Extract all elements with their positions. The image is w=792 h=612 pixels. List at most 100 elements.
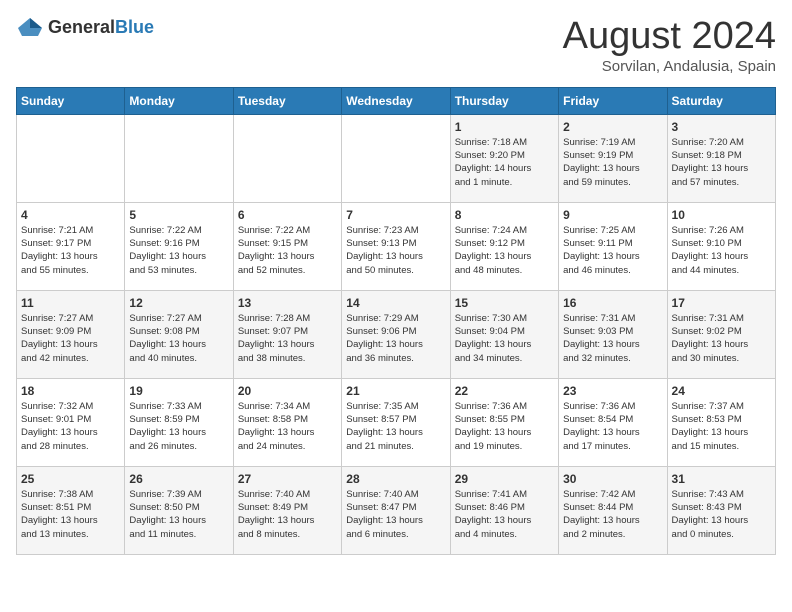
day-info: Sunrise: 7:20 AMSunset: 9:18 PMDaylight:… <box>672 136 771 189</box>
day-info: Sunrise: 7:24 AMSunset: 9:12 PMDaylight:… <box>455 224 554 277</box>
day-info: Sunrise: 7:26 AMSunset: 9:10 PMDaylight:… <box>672 224 771 277</box>
day-number: 8 <box>455 208 554 222</box>
calendar-cell: 17 Sunrise: 7:31 AMSunset: 9:02 PMDayligh… <box>667 290 775 378</box>
location-subtitle: Sorvilan, Andalusia, Spain <box>563 58 776 75</box>
calendar-cell: 1Sunrise: 7:18 AMSunset: 9:20 PMDaylight… <box>450 114 558 202</box>
day-info: Sunrise: 7:39 AMSunset: 8:50 PMDaylight:… <box>129 488 228 541</box>
day-number: 9 <box>563 208 662 222</box>
day-info: Sunrise: 7:30 AMSunset: 9:04 PMDaylight:… <box>455 312 554 365</box>
day-info: Sunrise: 7:28 AMSunset: 9:07 PMDaylight:… <box>238 312 337 365</box>
calendar-cell: 26 Sunrise: 7:39 AMSunset: 8:50 PMDayligh… <box>125 466 233 554</box>
calendar-cell: 14 Sunrise: 7:29 AMSunset: 9:06 PMDayligh… <box>342 290 450 378</box>
calendar-cell: 8 Sunrise: 7:24 AMSunset: 9:12 PMDaylight… <box>450 202 558 290</box>
day-number: 30 <box>563 472 662 486</box>
day-number: 3 <box>672 120 771 134</box>
calendar-cell: 13 Sunrise: 7:28 AMSunset: 9:07 PMDayligh… <box>233 290 341 378</box>
day-number: 2 <box>563 120 662 134</box>
day-info: Sunrise: 7:23 AMSunset: 9:13 PMDaylight:… <box>346 224 445 277</box>
month-title: August 2024 <box>563 16 776 58</box>
day-info: Sunrise: 7:34 AMSunset: 8:58 PMDaylight:… <box>238 400 337 453</box>
calendar-cell: 7 Sunrise: 7:23 AMSunset: 9:13 PMDaylight… <box>342 202 450 290</box>
calendar-cell <box>17 114 125 202</box>
weekday-header-tuesday: Tuesday <box>233 87 341 114</box>
day-info: Sunrise: 7:41 AMSunset: 8:46 PMDaylight:… <box>455 488 554 541</box>
day-info: Sunrise: 7:36 AMSunset: 8:54 PMDaylight:… <box>563 400 662 453</box>
day-number: 20 <box>238 384 337 398</box>
day-number: 11 <box>21 296 120 310</box>
day-number: 7 <box>346 208 445 222</box>
calendar-cell: 4 Sunrise: 7:21 AMSunset: 9:17 PMDaylight… <box>17 202 125 290</box>
weekday-header-sunday: Sunday <box>17 87 125 114</box>
day-info: Sunrise: 7:21 AMSunset: 9:17 PMDaylight:… <box>21 224 120 277</box>
calendar-cell: 27 Sunrise: 7:40 AMSunset: 8:49 PMDayligh… <box>233 466 341 554</box>
calendar-cell: 23Sunrise: 7:36 AMSunset: 8:54 PMDayligh… <box>559 378 667 466</box>
day-info: Sunrise: 7:42 AMSunset: 8:44 PMDaylight:… <box>563 488 662 541</box>
day-number: 1 <box>455 120 554 134</box>
week-row-1: 1Sunrise: 7:18 AMSunset: 9:20 PMDaylight… <box>17 114 776 202</box>
day-info: Sunrise: 7:40 AMSunset: 8:47 PMDaylight:… <box>346 488 445 541</box>
day-number: 17 <box>672 296 771 310</box>
logo-text: GeneralBlue <box>48 17 154 38</box>
day-number: 27 <box>238 472 337 486</box>
calendar-table: SundayMondayTuesdayWednesdayThursdayFrid… <box>16 87 776 555</box>
day-number: 6 <box>238 208 337 222</box>
day-info: Sunrise: 7:40 AMSunset: 8:49 PMDaylight:… <box>238 488 337 541</box>
title-area: August 2024 Sorvilan, Andalusia, Spain <box>563 16 776 75</box>
calendar-cell: 2Sunrise: 7:19 AMSunset: 9:19 PMDaylight… <box>559 114 667 202</box>
weekday-header-wednesday: Wednesday <box>342 87 450 114</box>
day-info: Sunrise: 7:37 AMSunset: 8:53 PMDaylight:… <box>672 400 771 453</box>
calendar-cell: 18 Sunrise: 7:32 AMSunset: 9:01 PMDayligh… <box>17 378 125 466</box>
calendar-cell <box>125 114 233 202</box>
day-number: 28 <box>346 472 445 486</box>
weekday-header-saturday: Saturday <box>667 87 775 114</box>
calendar-cell: 25 Sunrise: 7:38 AMSunset: 8:51 PMDayligh… <box>17 466 125 554</box>
day-info: Sunrise: 7:22 AMSunset: 9:16 PMDaylight:… <box>129 224 228 277</box>
day-number: 21 <box>346 384 445 398</box>
day-info: Sunrise: 7:32 AMSunset: 9:01 PMDaylight:… <box>21 400 120 453</box>
weekday-header-row: SundayMondayTuesdayWednesdayThursdayFrid… <box>17 87 776 114</box>
calendar-cell: 24 Sunrise: 7:37 AMSunset: 8:53 PMDayligh… <box>667 378 775 466</box>
calendar-cell: 10Sunrise: 7:26 AMSunset: 9:10 PMDayligh… <box>667 202 775 290</box>
weekday-header-monday: Monday <box>125 87 233 114</box>
day-number: 31 <box>672 472 771 486</box>
calendar-cell: 16 Sunrise: 7:31 AMSunset: 9:03 PMDayligh… <box>559 290 667 378</box>
day-info: Sunrise: 7:31 AMSunset: 9:03 PMDaylight:… <box>563 312 662 365</box>
day-number: 14 <box>346 296 445 310</box>
day-info: Sunrise: 7:29 AMSunset: 9:06 PMDaylight:… <box>346 312 445 365</box>
weekday-header-thursday: Thursday <box>450 87 558 114</box>
day-number: 18 <box>21 384 120 398</box>
day-info: Sunrise: 7:35 AMSunset: 8:57 PMDaylight:… <box>346 400 445 453</box>
calendar-cell: 11 Sunrise: 7:27 AMSunset: 9:09 PMDayligh… <box>17 290 125 378</box>
week-row-5: 25 Sunrise: 7:38 AMSunset: 8:51 PMDayligh… <box>17 466 776 554</box>
day-number: 5 <box>129 208 228 222</box>
day-number: 12 <box>129 296 228 310</box>
day-info: Sunrise: 7:27 AMSunset: 9:09 PMDaylight:… <box>21 312 120 365</box>
day-number: 15 <box>455 296 554 310</box>
day-number: 16 <box>563 296 662 310</box>
day-info: Sunrise: 7:36 AMSunset: 8:55 PMDaylight:… <box>455 400 554 453</box>
logo: GeneralBlue <box>16 16 154 38</box>
day-number: 24 <box>672 384 771 398</box>
calendar-cell: 5 Sunrise: 7:22 AMSunset: 9:16 PMDaylight… <box>125 202 233 290</box>
header: GeneralBlue August 2024 Sorvilan, Andalu… <box>16 16 776 75</box>
day-number: 26 <box>129 472 228 486</box>
calendar-cell: 6Sunrise: 7:22 AMSunset: 9:15 PMDaylight… <box>233 202 341 290</box>
day-info: Sunrise: 7:38 AMSunset: 8:51 PMDaylight:… <box>21 488 120 541</box>
calendar-cell: 15 Sunrise: 7:30 AMSunset: 9:04 PMDayligh… <box>450 290 558 378</box>
calendar-cell: 29 Sunrise: 7:41 AMSunset: 8:46 PMDayligh… <box>450 466 558 554</box>
calendar-cell: 21 Sunrise: 7:35 AMSunset: 8:57 PMDayligh… <box>342 378 450 466</box>
day-number: 19 <box>129 384 228 398</box>
calendar-cell: 28 Sunrise: 7:40 AMSunset: 8:47 PMDayligh… <box>342 466 450 554</box>
calendar-cell: 19Sunrise: 7:33 AMSunset: 8:59 PMDayligh… <box>125 378 233 466</box>
week-row-4: 18 Sunrise: 7:32 AMSunset: 9:01 PMDayligh… <box>17 378 776 466</box>
calendar-cell: 31Sunrise: 7:43 AMSunset: 8:43 PMDayligh… <box>667 466 775 554</box>
calendar-cell: 30 Sunrise: 7:42 AMSunset: 8:44 PMDayligh… <box>559 466 667 554</box>
weekday-header-friday: Friday <box>559 87 667 114</box>
logo-icon <box>16 16 44 38</box>
day-number: 13 <box>238 296 337 310</box>
day-number: 4 <box>21 208 120 222</box>
day-number: 25 <box>21 472 120 486</box>
day-number: 29 <box>455 472 554 486</box>
calendar-cell: 12Sunrise: 7:27 AMSunset: 9:08 PMDayligh… <box>125 290 233 378</box>
day-info: Sunrise: 7:31 AMSunset: 9:02 PMDaylight:… <box>672 312 771 365</box>
